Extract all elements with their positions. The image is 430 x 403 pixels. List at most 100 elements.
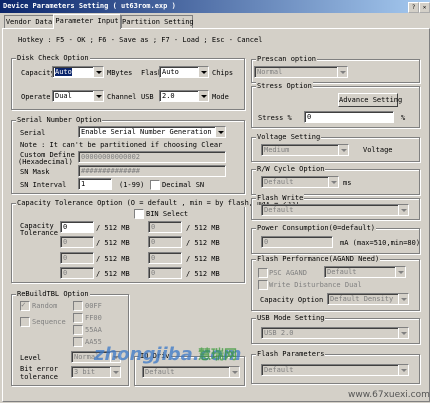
flash-value: Auto xyxy=(162,68,179,76)
io-driving-value: Default xyxy=(145,368,175,376)
chevron-down-icon xyxy=(93,91,103,101)
capacity-select[interactable]: Auto xyxy=(52,66,104,78)
bit-error-select[interactable]: 3 bit xyxy=(71,366,121,378)
chevron-down-icon xyxy=(398,365,408,375)
sn-mask-input[interactable]: ############## xyxy=(78,165,226,177)
stress-pct-value: 0 xyxy=(307,113,312,121)
watermark-cn: 慧瑞网 xyxy=(198,348,238,363)
title-bar: Device Parameters Setting ( ut63rom.exp … xyxy=(0,0,430,13)
capacity-option-select[interactable]: Default Density xyxy=(327,293,409,305)
sn-interval-input[interactable]: 1 xyxy=(78,178,112,190)
cap-tol-input-4a[interactable]: 0 xyxy=(60,267,94,279)
custom-define-sublabel: (Hexadecimal) xyxy=(18,158,73,166)
watermark-site: www.67xuexi.com xyxy=(348,390,430,400)
close-icon[interactable]: ✕ xyxy=(419,2,430,13)
write-disturbance-checkbox[interactable] xyxy=(258,280,268,290)
chevron-down-icon xyxy=(395,267,405,277)
psc-agand-label: PSC AGAND xyxy=(269,269,307,277)
decimal-sn-checkbox[interactable] xyxy=(150,180,160,190)
help-button[interactable]: ? xyxy=(408,2,419,13)
custom-define-input[interactable]: 00000000000002 xyxy=(78,151,226,163)
cap-tol-input-3a[interactable]: 0 xyxy=(60,252,94,264)
operate-select[interactable]: Dual xyxy=(52,90,104,102)
sn-interval-value: 1 xyxy=(81,180,86,188)
capacity-value: Auto xyxy=(55,68,72,76)
channel-label: Channel xyxy=(107,93,137,101)
decimal-sn-label: Decimal SN xyxy=(162,181,205,189)
random-checkbox[interactable] xyxy=(20,300,30,311)
cap-tol-unit: / 512 MB xyxy=(96,224,130,232)
cap-tol-input-2a[interactable]: 0 xyxy=(60,236,94,248)
cap-tol-input-3b[interactable]: 0 xyxy=(148,252,182,264)
chevron-down-icon xyxy=(338,145,348,155)
hotkey-hint: Hotkey : F5 - OK ; F6 - Save as ; F7 - L… xyxy=(18,36,263,44)
io-driving-select[interactable]: Default xyxy=(142,366,240,378)
chevron-down-icon xyxy=(110,367,120,377)
cap-tol-value: 0 xyxy=(151,238,156,246)
chevron-down-icon xyxy=(229,367,239,377)
tab-partition-setting[interactable]: Partition Setting xyxy=(121,15,194,28)
chevron-down-icon xyxy=(398,205,408,215)
power-input[interactable]: 0 xyxy=(261,236,333,248)
opt-00ff-checkbox[interactable] xyxy=(73,301,83,311)
rw-cycle-unit: ms xyxy=(343,179,352,187)
prescan-select[interactable]: Normal xyxy=(254,66,348,78)
usb-mode-select[interactable]: USB 2.0 xyxy=(261,327,409,339)
tab-vendor-data[interactable]: Vendor Data xyxy=(4,15,54,28)
capacity-option-label: Capacity Option xyxy=(260,296,324,304)
disk-check-group: Disk Check Option xyxy=(11,54,245,110)
serial-value: Enable Serial Number Generation xyxy=(81,128,212,136)
flash-write-select[interactable]: Default xyxy=(261,204,409,216)
rebuild-title: ReBuildTBL Option xyxy=(16,290,90,298)
rw-cycle-title: R/W Cycle Option xyxy=(256,165,326,173)
cap-tol-input-1b[interactable]: 0 xyxy=(148,221,182,233)
serial-note: Note : It can't be partitioned if choosi… xyxy=(20,141,223,149)
cap-tol-input-1a[interactable]: 0 xyxy=(60,221,94,233)
stress-pct-input[interactable]: 0 xyxy=(304,111,394,123)
capacity-option-value: Default Density xyxy=(330,295,394,303)
psc-agand-checkbox[interactable] xyxy=(258,268,268,278)
power-title: Power Consumption(0=default) xyxy=(256,224,377,232)
flash-params-select[interactable]: Default xyxy=(261,364,409,376)
write-disturbance-label: Write Disturbance Dual xyxy=(269,281,362,289)
bit-error-label: Bit error xyxy=(20,365,58,373)
psc-agand-select[interactable]: Default xyxy=(324,266,406,278)
stress-pct-label: Stress % xyxy=(258,114,292,122)
tab-parameter-input[interactable]: Parameter Input xyxy=(53,14,121,29)
cap-tol-value: 0 xyxy=(151,223,156,231)
sn-interval-range: (1-99) xyxy=(119,181,145,189)
voltage-select[interactable]: Medium xyxy=(261,144,349,156)
serial-select[interactable]: Enable Serial Number Generation xyxy=(78,126,226,138)
stress-title: Stress Option xyxy=(256,82,313,90)
cap-tol-unit: / 512 MB xyxy=(186,224,220,232)
usb-value: 2.0 xyxy=(162,92,175,100)
custom-define-value: 00000000000002 xyxy=(81,153,141,161)
cap-tol-input-2b[interactable]: 0 xyxy=(148,236,182,248)
chevron-down-icon xyxy=(398,328,408,338)
random-label: Random xyxy=(32,302,58,310)
chevron-down-icon xyxy=(337,67,347,77)
bin-select-label: BIN Select xyxy=(146,210,189,218)
mbytes-label: MBytes xyxy=(107,69,133,77)
advance-setting-button[interactable]: Advance Setting xyxy=(338,93,402,107)
cap-tol-value: 0 xyxy=(63,254,68,262)
bin-select-checkbox[interactable] xyxy=(134,209,144,219)
cap-tol-unit: / 512 MB xyxy=(96,270,130,278)
cap-tol-input-4b[interactable]: 0 xyxy=(148,267,182,279)
flash-select[interactable]: Auto xyxy=(159,66,209,78)
opt-ff00-checkbox[interactable] xyxy=(73,313,83,323)
serial-title: Serial Number Option xyxy=(16,116,103,124)
sequence-checkbox[interactable] xyxy=(20,317,30,327)
opt-55aa-checkbox[interactable] xyxy=(73,325,83,335)
chevron-down-icon xyxy=(328,177,338,187)
operate-label: Operate xyxy=(21,93,51,101)
rw-cycle-select[interactable]: Default xyxy=(261,176,339,188)
power-unit: mA (max=510,min=80) xyxy=(340,239,421,247)
mode-label: Mode xyxy=(212,93,229,101)
voltage-value: Medium xyxy=(264,146,290,154)
cap-tol-unit: / 512 MB xyxy=(186,255,220,263)
opt-aa55-checkbox[interactable] xyxy=(73,337,83,347)
usb-select[interactable]: 2.0 xyxy=(159,90,209,102)
sequence-label: Sequence xyxy=(32,318,66,326)
chevron-down-icon xyxy=(398,294,408,304)
